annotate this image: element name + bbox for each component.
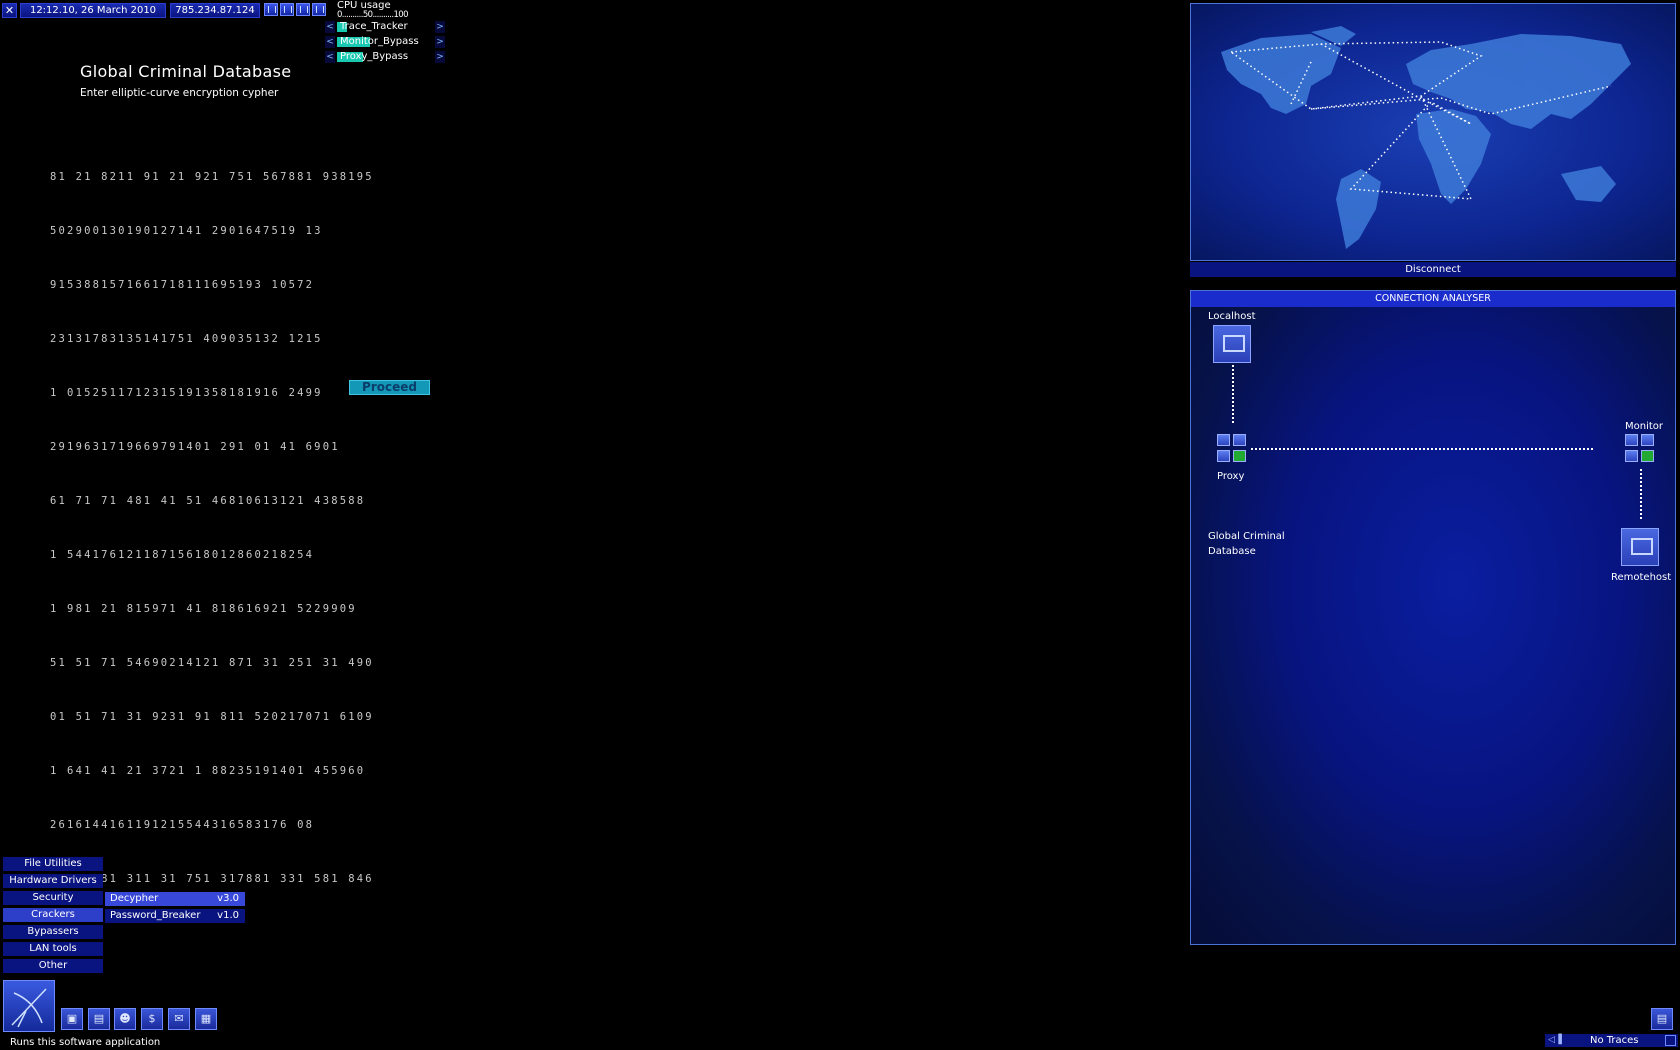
status-light-icon — [1641, 450, 1654, 462]
play-button[interactable] — [280, 3, 294, 16]
menu-bypassers[interactable]: Bypassers — [3, 925, 103, 939]
monitor-label: Monitor — [1625, 421, 1664, 432]
email-icon[interactable]: ✉ — [168, 1008, 190, 1030]
software-name: Password_Breaker — [110, 910, 201, 921]
program-name: Proxy_Bypass — [340, 51, 409, 62]
cypher-row: 01 51 71 31 9231 91 811 520217071 6109 — [50, 711, 374, 723]
page-title: Global Criminal Database — [80, 62, 292, 81]
decrease-arrow-icon[interactable]: < — [325, 21, 335, 33]
help-text: Runs this software application — [10, 1037, 161, 1048]
ip-display[interactable]: 785.234.87.124 — [170, 3, 260, 18]
connection-line — [1640, 469, 1642, 519]
cypher-row: 9153881571661718111695193 10572 — [50, 279, 315, 291]
menu-crackers[interactable]: Crackers — [3, 908, 103, 922]
finance-icon[interactable]: $ — [141, 1008, 163, 1030]
cypher-row: 1 641 41 21 3721 1 88235191401 455960 — [50, 765, 366, 777]
world-map[interactable] — [1190, 3, 1676, 261]
connection-analyser-title: CONNECTION ANALYSER — [1191, 291, 1675, 307]
traces-status: No Traces — [1590, 1035, 1639, 1046]
status-light-icon — [1233, 450, 1246, 462]
cypher-row: 1 54417612118715618012860218254 — [50, 549, 315, 561]
fast-button[interactable] — [296, 3, 310, 16]
target-label-line-2: Database — [1208, 546, 1256, 557]
pause-icon — [1217, 434, 1230, 446]
notes-icon[interactable]: ▤ — [1651, 1008, 1673, 1030]
expand-icon[interactable] — [1665, 1035, 1676, 1046]
satellite-dish-icon — [11, 988, 47, 1028]
network-icon[interactable]: ▦ — [195, 1008, 217, 1030]
submenu-decypher[interactable]: Decypher v3.0 — [105, 892, 245, 906]
proxy-label: Proxy — [1217, 471, 1245, 482]
decrease-arrow-icon[interactable]: < — [325, 36, 335, 48]
close-icon — [1641, 434, 1654, 446]
disconnect-button[interactable]: Disconnect — [1190, 262, 1676, 277]
pause-button[interactable] — [264, 3, 278, 16]
world-map-graphic — [1221, 26, 1631, 249]
cypher-row: 51 51 71 54690214121 871 31 251 31 490 — [50, 657, 374, 669]
increase-arrow-icon[interactable]: > — [435, 36, 445, 48]
cypher-row: 51 97181 311 31 751 317881 331 581 846 — [50, 873, 374, 885]
program-name: Monitor_Bypass — [340, 36, 419, 47]
close-icon — [1233, 434, 1246, 446]
status-icon[interactable]: ☻ — [114, 1008, 136, 1030]
localhost-label: Localhost — [1208, 311, 1256, 322]
software-version: v1.0 — [217, 910, 239, 921]
software-name: Decypher — [110, 893, 159, 904]
target-label-line-1: Global Criminal — [1208, 531, 1285, 542]
fastest-button[interactable] — [312, 3, 326, 16]
cypher-row: 2919631719669791401 291 01 41 6901 — [50, 441, 340, 453]
speaker-icon[interactable]: ◁▐ — [1548, 1034, 1564, 1047]
increase-arrow-icon[interactable]: > — [435, 21, 445, 33]
connection-analyser: CONNECTION ANALYSER Localhost Proxy Moni… — [1190, 290, 1676, 945]
menu-security[interactable]: Security — [3, 891, 103, 905]
program-name: Trace_Tracker — [340, 21, 408, 32]
cypher-row: 1 981 21 815971 41 818616921 5229909 — [50, 603, 357, 615]
flag-icon — [1625, 450, 1638, 462]
increase-arrow-icon[interactable]: > — [435, 51, 445, 63]
exit-button[interactable]: ✕ — [2, 3, 17, 18]
cypher-row: 81 21 8211 91 21 921 751 567881 938195 — [50, 171, 374, 183]
submenu-password-breaker[interactable]: Password_Breaker v1.0 — [105, 909, 245, 923]
connection-line — [1232, 365, 1234, 423]
menu-hardware-drivers[interactable]: Hardware Drivers — [3, 874, 103, 888]
remotehost-label: Remotehost — [1611, 572, 1672, 583]
cypher-row: 23131783135141751 409035132 1215 — [50, 333, 323, 345]
software-dish-icon[interactable] — [3, 980, 55, 1032]
cypher-row: 502900130190127141 2901647519 13 — [50, 225, 323, 237]
cpu-program-monitor-bypass: < Monitor_Bypass > — [325, 36, 445, 48]
proxy-node[interactable] — [1217, 434, 1249, 464]
date-display: 12:12.10, 26 March 2010 — [20, 3, 166, 18]
traces-bar: ◁▐ No Traces — [1545, 1034, 1678, 1047]
page-subtitle: Enter elliptic-curve encryption cypher — [80, 87, 279, 99]
flag-icon — [1217, 450, 1230, 462]
cpu-program-trace-tracker: < Trace_Tracker > — [325, 21, 445, 33]
cypher-row: 61 71 71 481 41 51 46810613121 438588 — [50, 495, 366, 507]
menu-file-utilities[interactable]: File Utilities — [3, 857, 103, 871]
menu-other[interactable]: Other — [3, 959, 103, 973]
proceed-button[interactable]: Proceed — [349, 380, 430, 395]
cypher-grid[interactable]: 81 21 8211 91 21 921 751 567881 938195 5… — [50, 132, 430, 906]
pause-icon — [1625, 434, 1638, 446]
remotehost-computer-icon[interactable] — [1621, 528, 1659, 566]
decrease-arrow-icon[interactable]: < — [325, 51, 335, 63]
software-version: v3.0 — [217, 893, 239, 904]
hardware-icon[interactable]: ▣ — [61, 1008, 83, 1030]
menu-lan-tools[interactable]: LAN tools — [3, 942, 103, 956]
localhost-computer-icon[interactable] — [1213, 325, 1251, 363]
connection-line — [1251, 448, 1593, 450]
cypher-row: 2616144161191215544316583176 08 — [50, 819, 315, 831]
cpu-program-proxy-bypass: < Proxy_Bypass > — [325, 51, 445, 63]
cpu-usage-scale: 0..........50..........100 — [337, 10, 408, 20]
memory-icon[interactable]: ▤ — [88, 1008, 110, 1030]
monitor-node[interactable] — [1625, 434, 1657, 464]
